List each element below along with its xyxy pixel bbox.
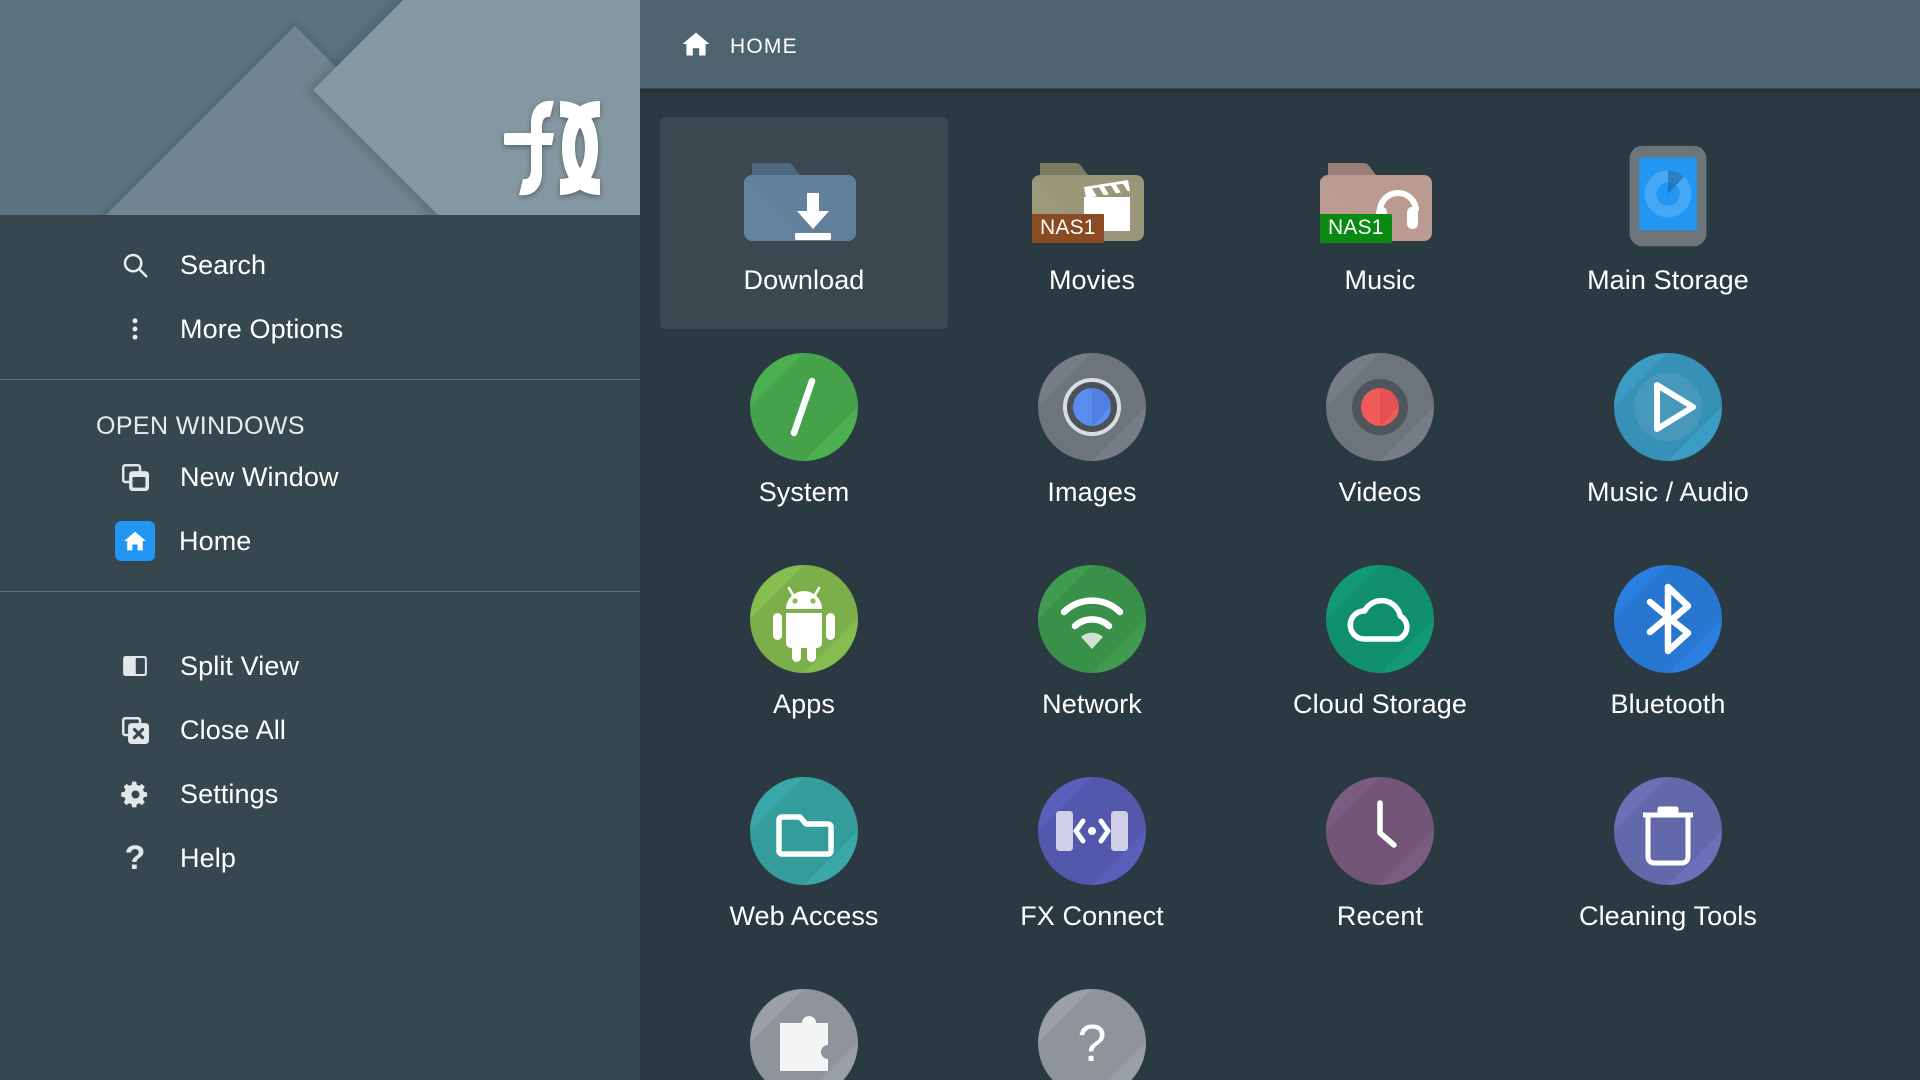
grid-item-label: Recent	[1337, 901, 1423, 932]
record-disc-icon	[1318, 345, 1442, 469]
grid-item-label: Network	[1042, 689, 1142, 720]
folder-download-icon	[742, 133, 866, 257]
grid-item-network[interactable]: Network	[948, 541, 1236, 753]
open-windows-heading: OPEN WINDOWS	[0, 412, 640, 441]
sidebar-item-label: Home	[179, 526, 251, 557]
grid-item-label: Apps	[773, 689, 835, 720]
grid-item-download[interactable]: Download	[660, 117, 948, 329]
web-folder-icon	[742, 769, 866, 893]
grid-item-cleaning-tools[interactable]: Cleaning Tools	[1524, 753, 1812, 965]
home-grid-scroll[interactable]: Download NAS1 Movies NAS1 Music Main Storage S…	[640, 89, 1920, 1080]
fx-logo-icon	[468, 89, 618, 209]
home-grid: Download NAS1 Movies NAS1 Music Main Storage S…	[640, 117, 1920, 1080]
question-mark-icon: ?	[118, 841, 152, 875]
device-connect-icon	[1030, 769, 1154, 893]
grid-item-videos[interactable]: Videos	[1236, 329, 1524, 541]
sidebar-item-label: New Window	[180, 462, 339, 493]
sidebar-item-more-options[interactable]: More Options	[0, 297, 640, 361]
grid-item-label: Videos	[1339, 477, 1422, 508]
search-icon	[118, 248, 152, 282]
grid-item-music-audio[interactable]: Music / Audio	[1524, 329, 1812, 541]
gear-icon	[118, 777, 152, 811]
sidebar-item-help[interactable]: ? Help	[0, 826, 640, 890]
sidebar-item-search[interactable]: Search	[0, 233, 640, 297]
split-view-icon	[118, 649, 152, 683]
android-robot-icon	[742, 557, 866, 681]
home-icon	[115, 521, 155, 561]
play-triangle-icon	[1606, 345, 1730, 469]
page-title: Home	[730, 27, 798, 61]
sidebar-item-settings[interactable]: Settings	[0, 762, 640, 826]
sidebar-item-label: Search	[180, 250, 266, 281]
grid-item-partial-16[interactable]	[660, 965, 948, 1080]
sidebar-item-home-window[interactable]: Home	[0, 509, 640, 573]
trash-icon	[1606, 769, 1730, 893]
grid-item-fx-connect[interactable]: FX Connect	[948, 753, 1236, 965]
grid-item-label: Cleaning Tools	[1579, 901, 1757, 932]
drawer-bottom-actions: Split View Close All	[0, 592, 640, 908]
nas-badge: NAS1	[1032, 214, 1104, 243]
sidebar-item-close-all[interactable]: Close All	[0, 698, 640, 762]
home-icon	[680, 27, 714, 61]
grid-item-movies[interactable]: NAS1 Movies	[948, 117, 1236, 329]
grid-item-label: Cloud Storage	[1293, 689, 1467, 720]
grid-item-label: System	[759, 477, 850, 508]
fx-file-explorer-window: Search More Options OPEN WINDOWS	[0, 0, 1920, 1080]
grid-item-music[interactable]: NAS1 Music	[1236, 117, 1524, 329]
clock-icon	[1318, 769, 1442, 893]
grid-item-cloud-storage[interactable]: Cloud Storage	[1236, 541, 1524, 753]
cloud-icon	[1318, 557, 1442, 681]
grid-item-web-access[interactable]: Web Access	[660, 753, 948, 965]
grid-item-label: Music / Audio	[1587, 477, 1749, 508]
grid-item-label: Images	[1047, 477, 1136, 508]
grid-item-bluetooth[interactable]: Bluetooth	[1524, 541, 1812, 753]
drawer-header-banner	[0, 0, 640, 215]
help-circle-icon: ?	[1030, 981, 1154, 1080]
wifi-icon	[1030, 557, 1154, 681]
new-window-icon	[118, 460, 152, 494]
drawer-menu: Search More Options OPEN WINDOWS	[0, 215, 640, 1080]
grid-item-label: Movies	[1049, 265, 1135, 296]
sidebar-item-label: Close All	[180, 715, 286, 746]
overflow-menu-icon	[118, 312, 152, 346]
folder-music-icon: NAS1	[1318, 133, 1442, 257]
puzzle-icon	[742, 981, 866, 1080]
storage-device-icon	[1606, 133, 1730, 257]
sidebar-item-label: More Options	[180, 314, 343, 345]
grid-item-images[interactable]: Images	[948, 329, 1236, 541]
grid-item-recent[interactable]: Recent	[1236, 753, 1524, 965]
nas-badge: NAS1	[1320, 214, 1392, 243]
grid-item-label: FX Connect	[1020, 901, 1164, 932]
grid-item-main-storage[interactable]: Main Storage	[1524, 117, 1812, 329]
grid-item-label: Music	[1344, 265, 1415, 296]
sidebar-item-label: Split View	[180, 651, 299, 682]
grid-item-partial-17[interactable]: ?	[948, 965, 1236, 1080]
sidebar-item-new-window[interactable]: New Window	[0, 445, 640, 509]
close-all-icon	[118, 713, 152, 747]
grid-item-apps[interactable]: Apps	[660, 541, 948, 753]
grid-item-label: Main Storage	[1587, 265, 1749, 296]
content-area: Home Download NAS1 Movies NAS1 Music Main Sto…	[640, 0, 1920, 1080]
grid-item-label: Download	[744, 265, 865, 296]
folder-movies-icon: NAS1	[1030, 133, 1154, 257]
grid-item-label: Web Access	[729, 901, 878, 932]
sidebar-item-label: Help	[180, 843, 236, 874]
drawer-open-windows-group: OPEN WINDOWS New Window	[0, 380, 640, 591]
top-app-bar: Home	[640, 0, 1920, 89]
root-slash-icon	[742, 345, 866, 469]
grid-item-label: Bluetooth	[1611, 689, 1726, 720]
sidebar-item-label: Settings	[180, 779, 278, 810]
grid-item-system[interactable]: System	[660, 329, 948, 541]
svg-text:?: ?	[1078, 1015, 1107, 1073]
camera-lens-icon	[1030, 345, 1154, 469]
drawer-top-actions: Search More Options	[0, 215, 640, 379]
bluetooth-icon	[1606, 557, 1730, 681]
navigation-drawer: Search More Options OPEN WINDOWS	[0, 0, 640, 1080]
sidebar-item-split-view[interactable]: Split View	[0, 634, 640, 698]
